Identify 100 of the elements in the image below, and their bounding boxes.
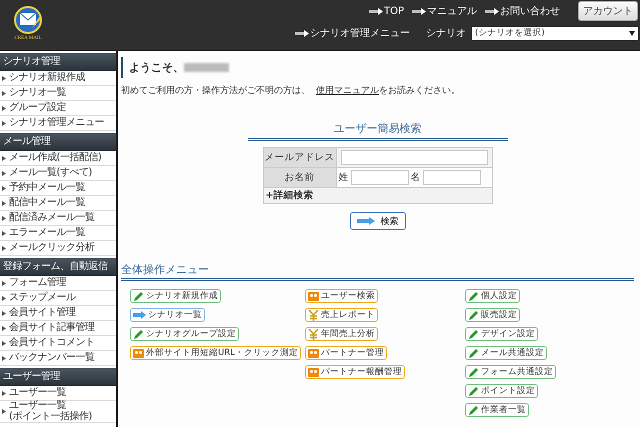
triangle-icon — [2, 326, 6, 330]
sidebar-item[interactable]: 会員サイトコメント — [0, 336, 116, 351]
header-link[interactable]: TOP — [368, 6, 404, 16]
triangle-icon — [2, 106, 6, 110]
menu-button[interactable]: 外部サイト用短縮URL・クリック測定 — [130, 346, 301, 360]
sidebar-heading: シナリオ管理 — [0, 53, 116, 71]
menu-button[interactable]: ユーザー検索 — [305, 289, 378, 303]
header-link[interactable]: お問い合わせ — [485, 4, 560, 18]
arrow-icon — [356, 217, 374, 225]
triangle-icon — [2, 170, 6, 176]
pencil-icon — [468, 290, 479, 302]
triangle-icon — [2, 156, 6, 160]
search-title: ユーザー簡易検索 — [248, 121, 508, 141]
menu-button[interactable]: ポイント設定 — [465, 384, 538, 398]
pencil-icon — [468, 386, 479, 396]
sidebar-heading: 登録フォーム、自動返信 — [0, 258, 116, 276]
advanced-search-link[interactable]: +詳細検索 — [266, 190, 314, 201]
menu-button[interactable]: デザイン設定 — [465, 327, 538, 341]
name-label: お名前 — [263, 168, 336, 188]
first-name-label: 名 — [410, 172, 420, 184]
sidebar-heading: ユーザー管理 — [0, 368, 116, 386]
triangle-icon — [2, 280, 6, 286]
menu-button[interactable]: シナリオ新規作成 — [130, 289, 221, 303]
manual-link[interactable]: 使用マニュアル — [316, 86, 379, 96]
triangle-icon — [2, 340, 6, 346]
yen-icon — [308, 328, 319, 340]
welcome-heading: ようこそ、 — [129, 60, 184, 75]
people-icon — [133, 348, 144, 358]
triangle-icon — [2, 216, 6, 220]
triangle-icon — [2, 390, 6, 396]
pencil-icon — [468, 404, 479, 416]
triangle-icon — [2, 356, 6, 360]
menu-button[interactable]: 年間売上分析 — [305, 327, 378, 341]
header-link[interactable]: マニュアル — [412, 4, 477, 18]
menu-button[interactable]: 作業者一覧 — [465, 403, 529, 417]
email-input[interactable] — [340, 150, 488, 165]
scenario-label: シナリオ — [426, 27, 466, 40]
people-icon — [308, 367, 319, 377]
arrow-icon — [368, 8, 383, 14]
sidebar-item[interactable]: 配信中メール一覧 — [0, 196, 116, 211]
last-name-input[interactable] — [350, 170, 408, 185]
sidebar-item[interactable]: ステップメール — [0, 291, 116, 306]
menu-button[interactable]: 販売設定 — [465, 308, 520, 322]
email-label: メールアドレス — [263, 148, 336, 168]
sidebar-item[interactable]: 会員サイト管理 — [0, 306, 116, 321]
first-name-input[interactable] — [422, 170, 480, 185]
triangle-icon — [2, 76, 6, 80]
people-icon — [308, 348, 319, 358]
triangle-icon — [2, 230, 6, 236]
sidebar-item[interactable]: バックナンバー一覧 — [0, 351, 116, 366]
pencil-icon — [468, 310, 479, 320]
arrow-icon — [485, 8, 499, 14]
menu-button[interactable]: パートナー報酬管理 — [305, 365, 405, 379]
sidebar-item[interactable]: シナリオ一覧 — [0, 86, 116, 101]
sidebar-item[interactable]: メール作成(一括配信) — [0, 151, 116, 166]
triangle-icon — [2, 186, 6, 190]
user-name-blurred — [184, 63, 229, 72]
pencil-icon — [468, 328, 479, 340]
triangle-icon — [2, 246, 6, 250]
sidebar-item[interactable]: フォーム管理 — [0, 276, 116, 291]
pencil-icon — [133, 290, 144, 302]
triangle-icon — [2, 310, 6, 316]
sidebar-item[interactable]: エラーメール一覧 — [0, 226, 116, 241]
last-name-label: 姓 — [338, 172, 348, 184]
pencil-icon — [468, 366, 479, 378]
sidebar-heading: メール管理 — [0, 133, 116, 151]
sidebar-item[interactable]: メール一覧(すべて) — [0, 166, 116, 181]
menu-title: 全体操作メニュー — [121, 262, 634, 281]
arrow-icon — [133, 311, 146, 319]
caret-icon — [629, 30, 635, 36]
sidebar-item[interactable]: ユーザー一覧 (ポイント一括操作) — [0, 401, 116, 423]
triangle-icon — [2, 120, 6, 126]
sidebar-item[interactable]: シナリオ新規作成 — [0, 71, 116, 86]
intro-text: 初めてご利用の方・操作方法がご不明の方は、 使用マニュアルをお読みください。 — [121, 84, 460, 97]
sidebar-item[interactable]: 配信済みメール一覧 — [0, 211, 116, 226]
account-button[interactable]: アカウント — [578, 1, 638, 21]
sidebar-item[interactable]: 会員サイト記事管理 — [0, 321, 116, 336]
sidebar-item[interactable]: シナリオ管理メニュー — [0, 116, 116, 131]
triangle-icon — [2, 296, 6, 300]
triangle-icon — [2, 90, 6, 96]
menu-button[interactable]: シナリオ一覧 — [130, 308, 205, 322]
arrow-icon — [412, 8, 426, 14]
menu-button[interactable]: メール共通設定 — [465, 346, 547, 360]
scenario-select[interactable]: (シナリオを選択) — [472, 26, 638, 40]
sidebar-item[interactable]: ユーザー一覧 — [0, 386, 116, 401]
pencil-icon — [133, 328, 144, 340]
triangle-icon — [2, 200, 6, 206]
sidebar-item[interactable]: 予約中メール一覧 — [0, 181, 116, 196]
sidebar-item[interactable]: メールクリック分析 — [0, 241, 116, 256]
people-icon — [308, 291, 319, 301]
menu-button[interactable]: フォーム共通設定 — [465, 365, 556, 379]
sidebar-item[interactable]: グループ設定 — [0, 101, 116, 116]
search-button[interactable]: 検索 — [350, 212, 406, 230]
header-link[interactable]: シナリオ管理メニュー — [295, 26, 410, 40]
menu-button[interactable]: シナリオグループ設定 — [130, 327, 239, 341]
menu-button[interactable]: 個人設定 — [465, 289, 520, 303]
menu-button[interactable]: 売上レポート — [305, 308, 378, 322]
yen-icon — [308, 310, 319, 320]
triangle-icon — [2, 409, 6, 414]
menu-button[interactable]: パートナー管理 — [305, 346, 387, 360]
